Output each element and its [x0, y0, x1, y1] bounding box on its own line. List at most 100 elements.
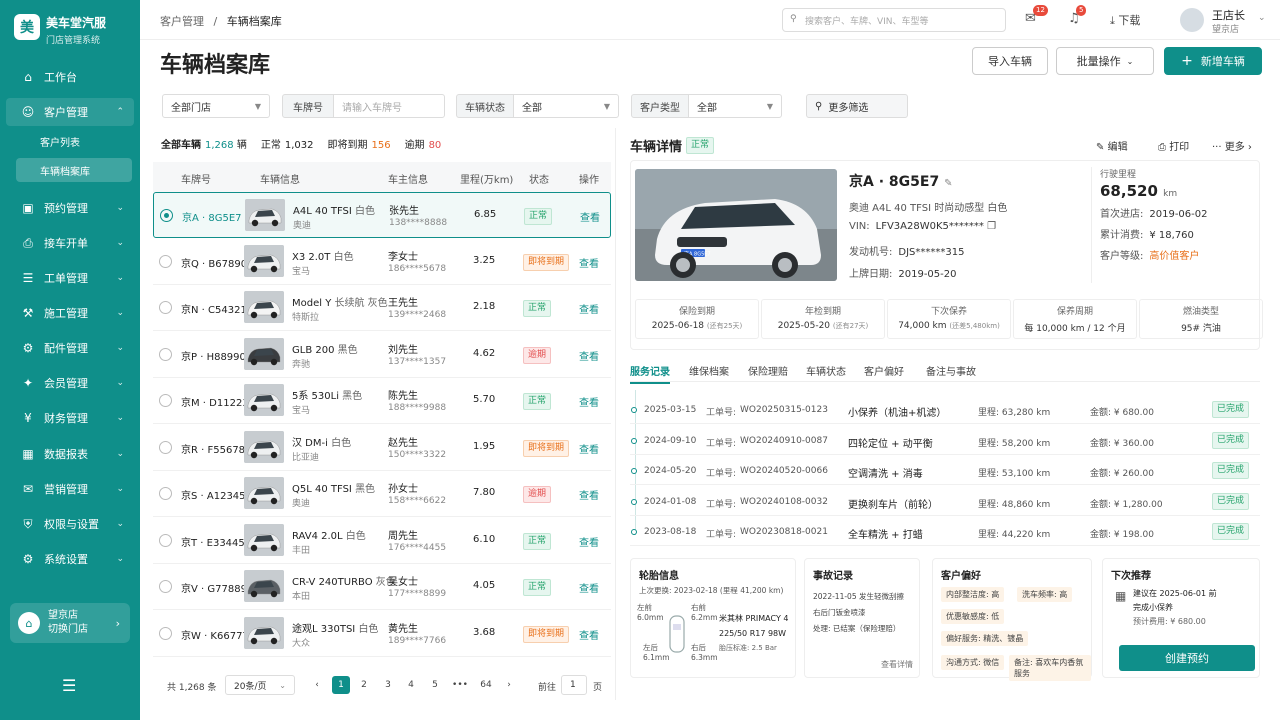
copy-icon[interactable]: ❐ — [987, 221, 996, 232]
edit-plate-icon[interactable]: ✎ — [944, 178, 952, 189]
message-icon[interactable]: ✉ 12 — [1025, 5, 1048, 26]
view-link[interactable]: 查看 — [579, 441, 599, 456]
status-select[interactable]: 全部 ▼ — [513, 94, 619, 118]
service-row[interactable]: 2024-09-10 工单号: WO20240910-0087 四轮定位 + 动… — [630, 425, 1260, 455]
service-row[interactable]: 2023-08-18 工单号: WO20230818-0021 全车精洗 + 打… — [630, 516, 1260, 546]
row-radio[interactable] — [160, 209, 173, 222]
view-link[interactable]: 查看 — [579, 534, 599, 549]
page-button[interactable]: 64 — [477, 676, 495, 694]
tab-4[interactable]: 客户偏好 — [864, 363, 904, 378]
detail-status-badge: 正常 — [686, 137, 715, 154]
table-row[interactable]: 京A · 8G5E7 A4L 40 TFSI 白色 奥迪 张先生 138****… — [153, 192, 611, 238]
edit-button[interactable]: ✎ 编辑 — [1096, 138, 1128, 153]
sidebar-item-6[interactable]: ⚙ 配件管理 ⌄ — [6, 334, 134, 362]
table-row[interactable]: 京N · C54321 Model Y 长续航 灰色 特斯拉 王先生 139**… — [153, 285, 611, 331]
next-page-button[interactable]: › — [500, 676, 518, 694]
service-row[interactable]: 2024-01-08 工单号: WO20240108-0032 更换刹车片（前轮… — [630, 486, 1260, 516]
row-radio[interactable] — [159, 347, 172, 361]
table-row[interactable]: 京P · H88990 GLB 200 黑色 奔驰 刘先生 137****135… — [153, 332, 611, 378]
tab-1[interactable]: 维保档案 — [689, 363, 729, 378]
table-row[interactable]: 京R · F55678 汉 DM-i 白色 比亚迪 赵先生 150****332… — [153, 425, 611, 471]
row-radio[interactable] — [159, 301, 172, 314]
table-row[interactable]: 京M · D11223 5系 530Li 黑色 宝马 陈先生 188****99… — [153, 378, 611, 424]
avatar[interactable] — [1180, 8, 1204, 32]
store-filter[interactable]: 全部门店 ▼ — [162, 94, 270, 118]
row-radio[interactable] — [159, 440, 172, 454]
row-radio[interactable] — [159, 487, 172, 500]
sidebar-item-0[interactable]: ⌂ 工作台 — [6, 63, 134, 91]
sidebar-item-3[interactable]: ⎙ 接车开单 ⌄ — [6, 229, 134, 257]
tab-3[interactable]: 车辆状态 — [806, 363, 846, 378]
page-button[interactable]: ••• — [451, 676, 469, 694]
view-link[interactable]: 查看 — [579, 487, 599, 502]
table-row[interactable]: 京S · A12345 Q5L 40 TFSI 黑色 奥迪 孙女士 158***… — [153, 471, 611, 517]
page-button[interactable]: 4 — [402, 676, 420, 694]
view-link[interactable]: 查看 — [579, 301, 599, 316]
tab-5[interactable]: 备注与事故 — [926, 363, 976, 378]
vehicle-thumbnail — [245, 199, 285, 231]
row-radio[interactable] — [159, 626, 172, 640]
chevron-down-icon[interactable]: ⌄ — [1258, 13, 1266, 23]
bell-icon[interactable]: ♫ 5 — [1068, 5, 1087, 26]
download-button[interactable]: ⤓ 下载 — [1110, 12, 1140, 28]
sidebar-subitem-0[interactable]: 客户列表 — [16, 129, 132, 153]
sidebar-item-8[interactable]: ¥ 财务管理 ⌄ — [6, 404, 134, 432]
row-radio[interactable] — [159, 580, 172, 593]
create-booking-button[interactable]: 创建预约 — [1119, 645, 1255, 671]
print-button[interactable]: ⎙ 打印 — [1158, 138, 1189, 153]
customer-type-select[interactable]: 全部 ▼ — [688, 94, 782, 118]
sidebar-item-9[interactable]: ▦ 数据报表 ⌄ — [6, 440, 134, 468]
table-row[interactable]: 京W · K66777 途观L 330TSI 白色 大众 黄先生 189****… — [153, 611, 611, 657]
page-button[interactable]: 2 — [355, 676, 373, 694]
row-radio[interactable] — [159, 254, 172, 268]
more-button[interactable]: ··· 更多 › — [1212, 138, 1252, 153]
service-row[interactable]: 2025-03-15 工单号: WO20250315-0123 小保养（机油+机… — [630, 394, 1260, 424]
col-mileage: 里程(万km) — [460, 175, 514, 186]
view-link[interactable]: 查看 — [579, 394, 599, 409]
search-input[interactable]: ⚲ 搜索客户、车牌、VIN、车型等 — [782, 8, 1006, 32]
menu-toggle-icon[interactable]: ☰ — [62, 676, 76, 695]
import-button[interactable]: 导入车辆 — [972, 47, 1048, 75]
sidebar-item-12[interactable]: ⚙ 系统设置 ⌄ — [6, 545, 134, 573]
view-link[interactable]: 查看 — [579, 348, 599, 363]
table-row[interactable]: 京V · G77889 CR-V 240TURBO 灰色 本田 吴女士 177*… — [153, 564, 611, 610]
row-radio[interactable] — [159, 394, 172, 407]
sidebar-item-1[interactable]: ☺ 客户管理 ⌃ — [6, 98, 134, 126]
user-name[interactable]: 王店长 — [1212, 7, 1245, 23]
prev-page-button[interactable]: ‹ — [308, 676, 326, 694]
sidebar-subitem-1[interactable]: 车辆档案库 — [16, 158, 132, 182]
view-link[interactable]: 查看 — [579, 580, 599, 595]
row-owner: 刘先生 — [388, 344, 418, 356]
plate-input[interactable]: 请输入车牌号 — [333, 94, 445, 118]
table-row[interactable]: 京Q · B67890 X3 2.0T 白色 宝马 李女士 186****567… — [153, 239, 611, 285]
page-size-select[interactable]: 20条/页 ⌄ — [225, 675, 295, 695]
table-row[interactable]: 京T · E33445 RAV4 2.0L 白色 丰田 周先生 176****4… — [153, 518, 611, 564]
add-vehicle-button[interactable]: + 新增车辆 — [1164, 47, 1262, 75]
page-button[interactable]: 5 — [426, 676, 444, 694]
page-button[interactable]: 1 — [332, 676, 350, 694]
tab-0[interactable]: 服务记录 — [630, 363, 670, 384]
more-filters-button[interactable]: ⚲ 更多筛选 — [806, 94, 908, 118]
batch-button[interactable]: 批量操作 ⌄ — [1056, 47, 1154, 75]
summary-over: 80 — [428, 140, 442, 151]
sidebar-item-4[interactable]: ☰ 工单管理 ⌄ — [6, 264, 134, 292]
chevron-right-icon: › — [115, 616, 120, 630]
sidebar-item-2[interactable]: ▣ 预约管理 ⌄ — [6, 194, 134, 222]
view-link[interactable]: 查看 — [579, 627, 599, 642]
view-link[interactable]: 查看 — [580, 209, 600, 224]
tab-2[interactable]: 保险理赔 — [748, 363, 788, 378]
goto-input[interactable]: 1 — [561, 675, 587, 695]
service-row[interactable]: 2024-05-20 工单号: WO20240520-0066 空调清洗 + 消… — [630, 455, 1260, 485]
page-button[interactable]: 3 — [379, 676, 397, 694]
row-radio[interactable] — [159, 533, 172, 547]
sidebar-item-5[interactable]: ⚒ 施工管理 ⌄ — [6, 299, 134, 327]
sidebar-item-label: 施工管理 — [44, 307, 88, 320]
row-mileage: 3.25 — [473, 254, 496, 266]
sidebar-item-10[interactable]: ✉ 营销管理 ⌄ — [6, 475, 134, 503]
sidebar-item-7[interactable]: ✦ 会员管理 ⌄ — [6, 369, 134, 397]
view-link[interactable]: 查看 — [579, 255, 599, 270]
accident-more-link[interactable]: 查看详情 — [881, 659, 913, 670]
breadcrumb-parent[interactable]: 客户管理 — [160, 15, 204, 28]
store-switcher[interactable]: ⌂ 望京店 切换门店 › — [10, 603, 130, 643]
sidebar-item-11[interactable]: ⛨ 权限与设置 ⌄ — [6, 510, 134, 538]
